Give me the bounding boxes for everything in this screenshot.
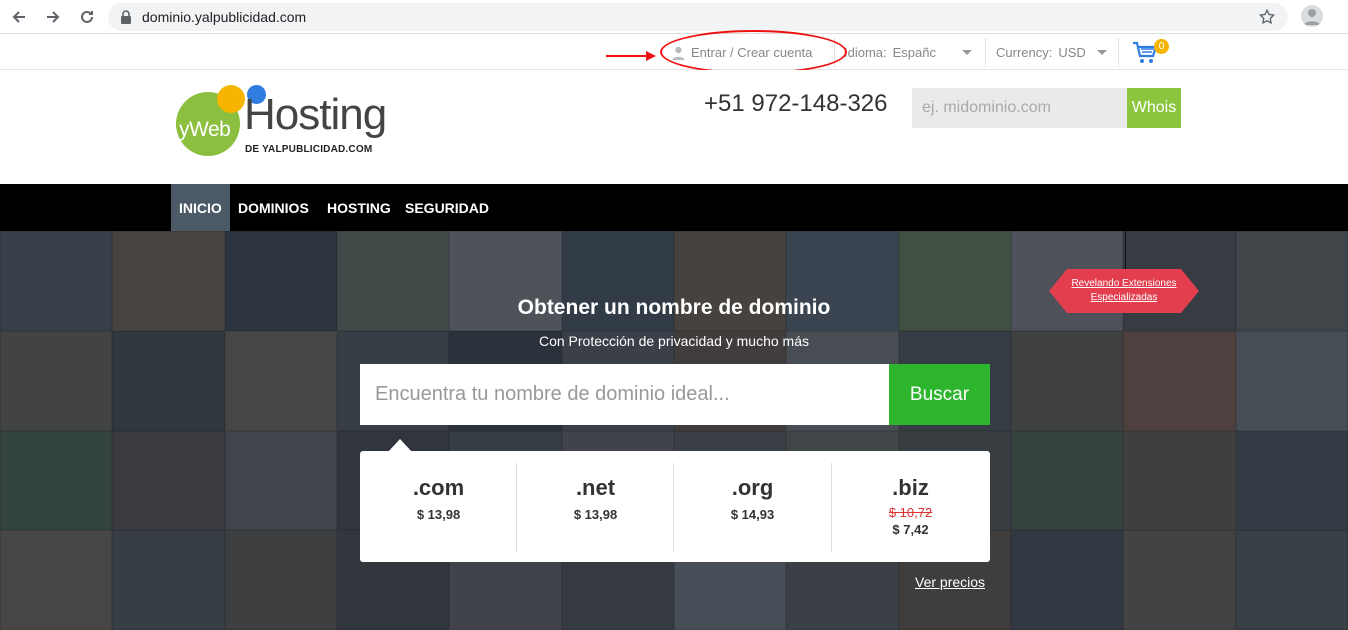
nav-item-seguridad[interactable]: SEGURIDAD (405, 184, 489, 231)
search-button[interactable]: Buscar (889, 364, 990, 425)
tld-price-panel: .com $ 13,98 .net $ 13,98 .org $ 14,93 .… (360, 451, 990, 562)
hero-title: Obtener un nombre de dominio (517, 296, 831, 319)
whois-button[interactable]: Whois (1127, 88, 1181, 128)
tld-item-net[interactable]: .net $ 13,98 (517, 463, 674, 552)
url-text: dominio.yalpublicidad.com (142, 9, 307, 25)
currency-select[interactable]: Currency: USD (996, 35, 1112, 70)
domain-search-input[interactable]: Encuentra tu nombre de dominio ideal... (360, 364, 889, 425)
tld-price: $ 13,98 (573, 507, 618, 522)
main-navigation: INICIO DOMINIOS HOSTING SEGURIDAD (0, 184, 1348, 231)
language-select[interactable]: Idioma: Españc (844, 35, 979, 70)
whois-input[interactable]: ej. midominio.com (912, 88, 1127, 128)
cart-button[interactable] (1132, 35, 1158, 70)
address-bar[interactable]: dominio.yalpublicidad.com (108, 3, 1288, 31)
language-value: Españc (892, 45, 937, 60)
promo-line-1: Revelando Extensiones (1071, 278, 1177, 289)
back-icon[interactable] (8, 6, 30, 28)
logo-hosting-text: Hosting (244, 90, 387, 139)
cart-count-badge: 0 (1154, 39, 1169, 54)
tld-item-com[interactable]: .com $ 13,98 (360, 463, 517, 552)
tld-price: $ 14,93 (730, 507, 775, 522)
tld-name: .net (575, 475, 616, 500)
nav-item-hosting[interactable]: HOSTING (327, 184, 391, 231)
bookmark-star-icon[interactable] (1258, 8, 1276, 31)
profile-avatar-icon[interactable] (1301, 5, 1323, 27)
chevron-down-icon (962, 50, 972, 55)
separator (985, 38, 986, 67)
nav-item-dominios[interactable]: DOMINIOS (238, 184, 309, 231)
hero-section: Revelando Extensiones Especializadas Obt… (0, 231, 1348, 630)
tld-name: .com (412, 475, 465, 500)
currency-label: Currency: (996, 45, 1053, 60)
logo-circle-yellow (217, 85, 245, 113)
tld-price: $ 7,42 (892, 522, 929, 537)
lock-icon (120, 10, 132, 29)
logo-yweb-text: yWeb (179, 118, 231, 141)
tld-name: .biz (892, 475, 929, 500)
separator (1118, 38, 1119, 67)
logo-subtitle: DE YALPUBLICIDAD.COM (245, 144, 373, 155)
tld-name: .org (731, 475, 774, 500)
phone-number: +51 972-148-326 (704, 90, 888, 117)
forward-icon[interactable] (42, 6, 64, 28)
browser-toolbar: dominio.yalpublicidad.com (0, 0, 1348, 34)
tld-item-biz[interactable]: .biz $ 10,72 $ 7,42 (832, 463, 989, 552)
hero-subtitle: Con Protección de privacidad y mucho más (538, 333, 810, 349)
language-label: Idioma: (844, 45, 887, 60)
tld-price: $ 13,98 (416, 507, 461, 522)
chevron-down-icon (1097, 50, 1107, 55)
ver-precios-link[interactable]: Ver precios (915, 574, 985, 590)
annotation-ellipse (660, 30, 847, 74)
promo-hanging-line (1125, 231, 1126, 269)
currency-value: USD (1058, 45, 1086, 60)
nav-item-inicio[interactable]: INICIO (171, 184, 230, 231)
site-header: yWeb Hosting DE YALPUBLICIDAD.COM +51 97… (0, 70, 1348, 184)
site-logo[interactable]: yWeb Hosting DE YALPUBLICIDAD.COM (176, 82, 396, 162)
annotation-arrow-icon (606, 51, 656, 61)
tld-item-org[interactable]: .org $ 14,93 (674, 463, 831, 552)
tld-old-price: $ 10,72 (888, 505, 933, 520)
reload-icon[interactable] (76, 6, 98, 28)
